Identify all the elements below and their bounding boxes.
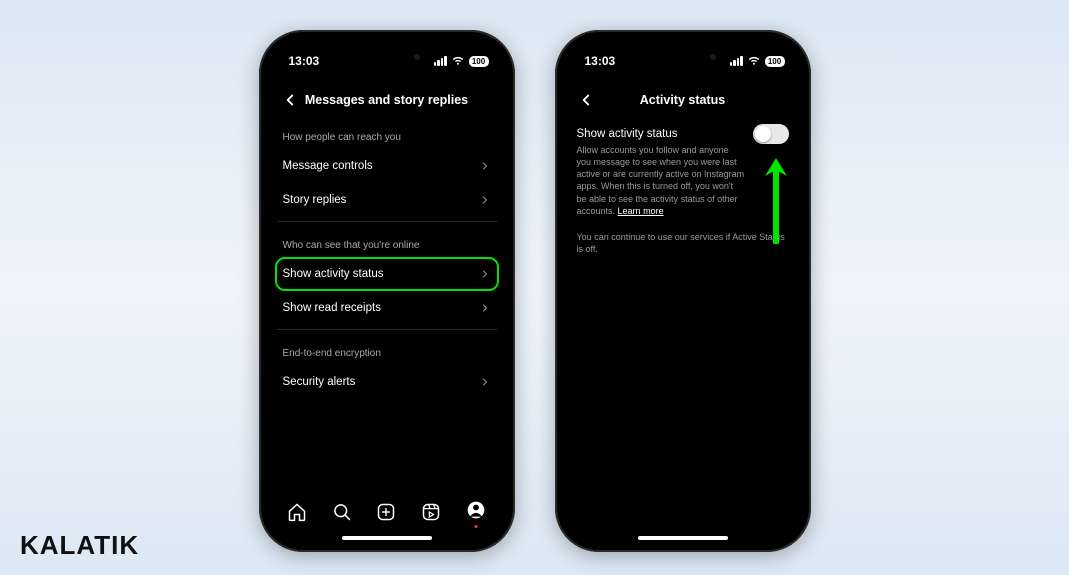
reels-icon[interactable] <box>421 502 441 522</box>
home-indicator[interactable] <box>342 536 432 540</box>
profile-icon[interactable] <box>466 500 486 525</box>
create-icon[interactable] <box>376 502 396 522</box>
show-read-receipts-item[interactable]: Show read receipts <box>277 291 497 325</box>
setting-description: Allow accounts you follow and anyone you… <box>577 142 745 217</box>
chevron-right-icon <box>479 194 491 206</box>
nav-header: Messages and story replies <box>267 82 507 118</box>
divider <box>277 329 497 330</box>
chevron-right-icon <box>479 376 491 388</box>
phone-left: 13:03 100 Messages and story replies How… <box>259 30 515 552</box>
section-encryption-label: End-to-end encryption <box>277 334 497 365</box>
notch <box>348 46 426 68</box>
brand-logo: KALATIK <box>20 530 139 561</box>
status-time: 13:03 <box>289 54 320 68</box>
activity-status-toggle[interactable] <box>753 124 789 144</box>
status-time: 13:03 <box>585 54 616 68</box>
section-online-label: Who can see that you're online <box>277 226 497 257</box>
signal-icon <box>730 56 743 66</box>
show-activity-status-item[interactable]: Show activity status <box>275 257 499 291</box>
chevron-right-icon <box>479 302 491 314</box>
page-title: Activity status <box>640 93 725 107</box>
signal-icon <box>434 56 447 66</box>
battery-icon: 100 <box>765 56 785 67</box>
phone-right: 13:03 100 Activity status Show activity … <box>555 30 811 552</box>
nav-header: Activity status <box>563 82 803 118</box>
item-label: Show read receipts <box>283 302 381 314</box>
wifi-icon <box>747 56 761 66</box>
notch <box>644 46 722 68</box>
message-controls-item[interactable]: Message controls <box>277 149 497 183</box>
learn-more-link[interactable]: Learn more <box>618 206 664 216</box>
chevron-right-icon <box>479 160 491 172</box>
story-replies-item[interactable]: Story replies <box>277 183 497 217</box>
wifi-icon <box>451 56 465 66</box>
chevron-right-icon <box>479 268 491 280</box>
item-label: Security alerts <box>283 376 356 388</box>
home-indicator[interactable] <box>638 536 728 540</box>
page-title: Messages and story replies <box>305 93 468 107</box>
security-alerts-item[interactable]: Security alerts <box>277 365 497 399</box>
item-label: Message controls <box>283 160 373 172</box>
home-icon[interactable] <box>287 502 307 522</box>
back-button[interactable] <box>281 91 299 109</box>
back-button[interactable] <box>577 91 595 109</box>
item-label: Show activity status <box>283 268 384 280</box>
item-label: Story replies <box>283 194 347 206</box>
section-reach-label: How people can reach you <box>277 118 497 149</box>
setting-title: Show activity status <box>577 124 745 142</box>
divider <box>277 221 497 222</box>
battery-icon: 100 <box>469 56 489 67</box>
search-icon[interactable] <box>332 502 352 522</box>
setting-note: You can continue to use our services if … <box>573 223 793 263</box>
